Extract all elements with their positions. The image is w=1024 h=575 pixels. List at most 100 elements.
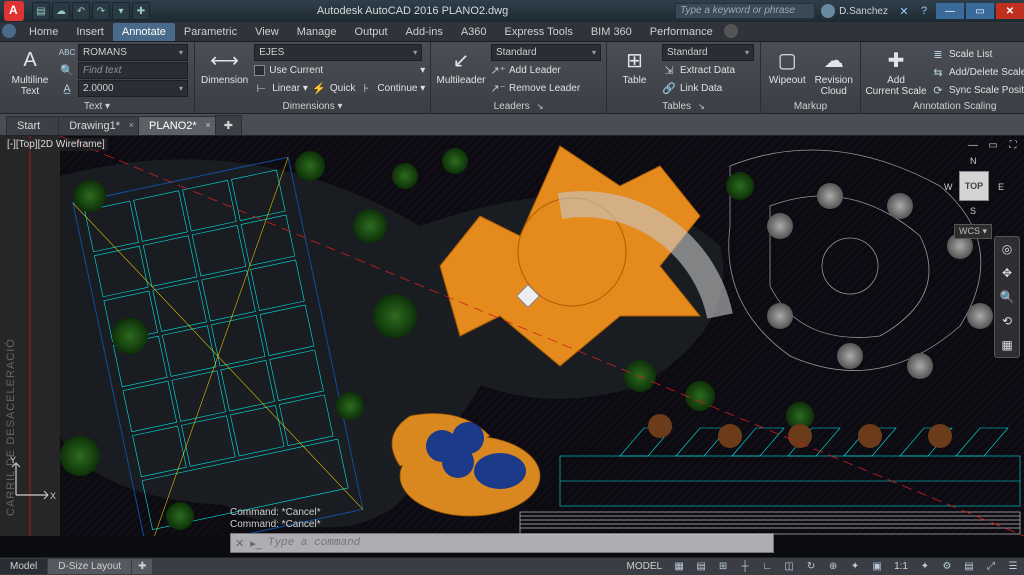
status-isoplane-icon[interactable]: ◫ <box>779 559 799 575</box>
panel-text-label[interactable]: Text ▾ <box>6 99 188 113</box>
link-data-button[interactable]: 🔗Link Data <box>662 80 754 97</box>
ribbon-collapse-icon[interactable] <box>724 24 738 38</box>
table-style-select[interactable]: Standard▾ <box>662 44 754 61</box>
command-close-icon[interactable]: ✕ <box>235 537 244 550</box>
drawing-area[interactable]: [-][Top][2D Wireframe] — ▭ ⛶ CARRIL DE D… <box>0 136 1024 557</box>
table-button[interactable]: ⊞ Table <box>613 44 656 86</box>
status-snap-icon[interactable]: ▤ <box>691 559 711 575</box>
status-transparency-icon[interactable]: ✦ <box>845 559 865 575</box>
viewport-label[interactable]: [-][Top][2D Wireframe] <box>4 138 108 151</box>
viewcube-west[interactable]: W <box>944 182 953 192</box>
file-tab-plano2[interactable]: PLANO2*× <box>138 116 216 135</box>
tab-home[interactable]: Home <box>20 23 67 41</box>
linear-button[interactable]: Linear ▾ <box>272 83 308 94</box>
command-input-bar[interactable]: ✕ ▸_ <box>230 533 774 553</box>
status-cycling-icon[interactable]: ▣ <box>867 559 887 575</box>
maximize-button[interactable]: ▭ <box>966 3 994 19</box>
layout-add-button[interactable]: ✚ <box>132 559 152 574</box>
status-annoscale-icon[interactable]: ✦ <box>915 559 935 575</box>
tab-view[interactable]: View <box>246 23 288 41</box>
qat-open-icon[interactable]: ▤ <box>32 2 50 20</box>
scale-list-button[interactable]: ≣Scale List <box>931 46 1024 63</box>
wipeout-button[interactable]: ▢ Wipeout <box>767 44 808 86</box>
help-icon[interactable]: ? <box>914 5 934 17</box>
viewport-max-icon[interactable]: ⛶ <box>1006 138 1020 152</box>
status-lineweight-icon[interactable]: ⊕ <box>823 559 843 575</box>
view-cube[interactable]: N S E W TOP WCS ▾ <box>944 156 1004 216</box>
tab-insert[interactable]: Insert <box>67 23 113 41</box>
nav-wheel-icon[interactable]: ◎ <box>995 237 1019 261</box>
exchange-apps-icon[interactable]: ✕ <box>894 5 914 18</box>
remove-leader-button[interactable]: ↗⁻Remove Leader <box>491 80 601 97</box>
nav-pan-icon[interactable]: ✥ <box>995 261 1019 285</box>
help-search-input[interactable]: Type a keyword or phrase <box>675 3 815 19</box>
close-icon[interactable]: × <box>129 120 134 130</box>
tab-manage[interactable]: Manage <box>288 23 346 41</box>
nav-orbit-icon[interactable]: ⟲ <box>995 309 1019 333</box>
tab-output[interactable]: Output <box>346 23 397 41</box>
text-height-input[interactable]: 2.0000▾ <box>78 80 188 97</box>
wcs-dropdown[interactable]: WCS ▾ <box>954 224 992 239</box>
status-ortho-icon[interactable]: ┼ <box>735 559 755 575</box>
sync-scale-button[interactable]: ⟳Sync Scale Positions <box>931 82 1024 99</box>
tab-express-tools[interactable]: Express Tools <box>496 23 582 41</box>
qat-more-icon[interactable]: ✚ <box>132 2 150 20</box>
status-polar-icon[interactable]: ∟ <box>757 559 777 575</box>
dim-style-select[interactable]: EJES▾ <box>254 44 422 61</box>
status-cleanscreen-icon[interactable]: ⤢ <box>981 559 1001 575</box>
qat-dropdown-icon[interactable]: ▾ <box>112 2 130 20</box>
layout-tab-model[interactable]: Model <box>0 559 47 574</box>
command-input[interactable] <box>268 537 769 549</box>
tab-addins[interactable]: Add-ins <box>397 23 452 41</box>
viewcube-north[interactable]: N <box>970 156 977 166</box>
panel-tables-label[interactable]: Tables↘ <box>613 99 754 113</box>
viewcube-south[interactable]: S <box>970 206 976 216</box>
viewport-minimize-icon[interactable]: — <box>966 138 980 152</box>
file-tab-start[interactable]: Start <box>6 116 59 135</box>
viewport-restore-icon[interactable]: ▭ <box>986 138 1000 152</box>
leader-style-select[interactable]: Standard▾ <box>491 44 601 61</box>
extract-data-button[interactable]: ⇲Extract Data <box>662 62 754 79</box>
status-customize-icon[interactable]: ☰ <box>1003 559 1023 575</box>
nav-zoom-icon[interactable]: 🔍 <box>995 285 1019 309</box>
qat-undo-icon[interactable]: ↶ <box>72 2 90 20</box>
panel-leaders-label[interactable]: Leaders↘ <box>437 99 600 113</box>
file-tab-drawing1[interactable]: Drawing1*× <box>58 116 139 135</box>
add-current-scale-button[interactable]: ✚ Add Current Scale <box>867 44 925 97</box>
status-model-button[interactable]: MODEL <box>621 561 669 572</box>
qat-cloud-icon[interactable]: ☁ <box>52 2 70 20</box>
tab-parametric[interactable]: Parametric <box>175 23 246 41</box>
continue-button[interactable]: Continue ▾ <box>377 83 425 94</box>
text-style-select[interactable]: ROMANS▾ <box>78 44 188 61</box>
qat-redo-icon[interactable]: ↷ <box>92 2 110 20</box>
close-icon[interactable]: × <box>205 120 210 130</box>
find-text-input[interactable]: Find text <box>78 62 188 79</box>
app-menu-button[interactable] <box>2 24 16 38</box>
panel-dimensions-label[interactable]: Dimensions ▾ <box>201 99 424 113</box>
status-monitor-icon[interactable]: ▤ <box>959 559 979 575</box>
tab-annotate[interactable]: Annotate <box>113 23 175 41</box>
status-workspace-icon[interactable]: ⚙ <box>937 559 957 575</box>
nav-showmotion-icon[interactable]: ▦ <box>995 333 1019 357</box>
close-button[interactable]: ✕ <box>996 3 1024 19</box>
new-tab-button[interactable]: ✚ <box>215 115 242 135</box>
tab-bim360[interactable]: BIM 360 <box>582 23 641 41</box>
ucs-icon[interactable]: X Y <box>8 455 56 503</box>
add-leader-button[interactable]: ↗⁺Add Leader <box>491 62 601 79</box>
app-icon[interactable] <box>4 1 24 21</box>
status-scale[interactable]: 1:1 <box>888 561 914 572</box>
tab-performance[interactable]: Performance <box>641 23 722 41</box>
layout-tab-dsize[interactable]: D-Size Layout <box>48 559 131 574</box>
status-constraint-icon[interactable]: ⊞ <box>713 559 733 575</box>
multileader-button[interactable]: ↙ Multileader <box>437 44 485 86</box>
tab-a360[interactable]: A360 <box>452 23 496 41</box>
use-current-button[interactable]: Use Current ▾ <box>254 62 425 79</box>
viewcube-east[interactable]: E <box>998 182 1004 192</box>
add-delete-scales-button[interactable]: ⇆Add/Delete Scales <box>931 64 1024 81</box>
minimize-button[interactable]: — <box>936 3 964 19</box>
revision-cloud-button[interactable]: ☁ Revision Cloud <box>814 44 855 97</box>
viewcube-top-face[interactable]: TOP <box>959 171 989 201</box>
status-osnap-icon[interactable]: ↻ <box>801 559 821 575</box>
user-account[interactable]: D.Sanchez <box>821 4 888 18</box>
multiline-text-button[interactable]: A Multiline Text <box>6 44 54 97</box>
